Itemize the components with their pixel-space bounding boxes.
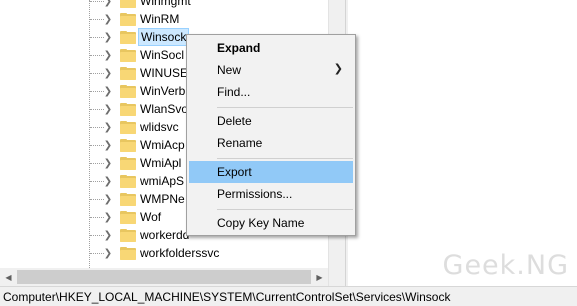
- chevron-right-icon[interactable]: ❯: [102, 208, 114, 226]
- tree-item-wmpnetwork[interactable]: ❯ WMPNe: [102, 190, 187, 208]
- menu-item-copy-key-name[interactable]: Copy Key Name: [189, 212, 353, 234]
- menu-item-rename[interactable]: Rename: [189, 132, 353, 154]
- chevron-right-icon[interactable]: ❯: [102, 136, 114, 154]
- folder-icon: [120, 192, 136, 206]
- tree-item-wmiapsrv[interactable]: ❯ wmiApS: [102, 172, 186, 190]
- menu-item-new[interactable]: New ❯: [189, 59, 353, 81]
- chevron-right-icon[interactable]: ❯: [102, 190, 114, 208]
- tree-guide-line: [89, 0, 90, 268]
- values-pane[interactable]: [348, 0, 577, 286]
- menu-item-find[interactable]: Find...: [189, 81, 353, 103]
- tree-item-label: Wof: [140, 210, 162, 224]
- folder-icon: [120, 102, 136, 116]
- chevron-right-icon[interactable]: ❯: [102, 82, 114, 100]
- folder-icon: [120, 210, 136, 224]
- watermark: Geek.NG: [442, 250, 569, 281]
- chevron-right-icon[interactable]: ❯: [102, 226, 114, 244]
- folder-icon: [120, 174, 136, 188]
- chevron-right-icon[interactable]: ❯: [102, 154, 114, 172]
- tree-item-label: WlanSvo: [140, 102, 189, 116]
- tree-item-label: WmiAcp: [140, 138, 185, 152]
- menu-item-expand[interactable]: Expand: [189, 37, 353, 59]
- folder-icon: [120, 0, 136, 8]
- tree-item-winmgmt[interactable]: ❯ Winmgmt: [102, 0, 193, 10]
- tree-item-winsock[interactable]: ❯ Winsock: [102, 28, 190, 46]
- registry-path: Computer\HKEY_LOCAL_MACHINE\SYSTEM\Curre…: [3, 289, 451, 304]
- menu-separator: [217, 209, 353, 210]
- folder-icon: [120, 120, 136, 134]
- horizontal-scrollbar[interactable]: ◀ ▶: [0, 268, 328, 286]
- tree-item-wlansvc[interactable]: ❯ WlanSvo: [102, 100, 190, 118]
- tree-item-label: WinRM: [140, 12, 180, 26]
- menu-item-delete[interactable]: Delete: [189, 110, 353, 132]
- folder-icon: [120, 12, 136, 26]
- chevron-right-icon[interactable]: ❯: [102, 244, 114, 262]
- context-menu: Expand New ❯ Find... Delete Rename Expor…: [186, 34, 356, 236]
- tree-item-label: Winsock: [138, 28, 190, 46]
- tree-item-label: wlidsvc: [140, 120, 179, 134]
- tree-item-winrm[interactable]: ❯ WinRM: [102, 10, 181, 28]
- scroll-left-icon[interactable]: ◀: [0, 268, 17, 286]
- menu-item-export[interactable]: Export: [189, 161, 353, 183]
- folder-icon: [120, 228, 136, 242]
- chevron-right-icon[interactable]: ❯: [102, 172, 114, 190]
- tree-item-wmiacpi[interactable]: ❯ WmiAcp: [102, 136, 187, 154]
- tree-item-workfolderssvc[interactable]: ❯ workfolderssvc: [102, 244, 221, 262]
- folder-icon: [120, 156, 136, 170]
- tree-item-label: Winmgmt: [140, 0, 191, 8]
- chevron-right-icon: ❯: [333, 63, 343, 75]
- menu-separator: [217, 158, 353, 159]
- tree-item-wmiapl[interactable]: ❯ WmiApl: [102, 154, 183, 172]
- folder-icon: [120, 84, 136, 98]
- menu-separator: [217, 107, 353, 108]
- menu-item-permissions[interactable]: Permissions...: [189, 183, 353, 205]
- tree-item-label: workfolderssvc: [140, 246, 220, 260]
- tree-item-winusb[interactable]: ❯ WINUSE: [102, 64, 190, 82]
- menu-item-label: New: [217, 63, 242, 77]
- tree-item-label: wmiApS: [140, 174, 185, 188]
- tree-item-label: WinSocl: [140, 48, 185, 62]
- folder-icon: [120, 30, 136, 44]
- chevron-right-icon[interactable]: ❯: [102, 0, 114, 10]
- folder-icon: [120, 48, 136, 62]
- tree-item-winverbs[interactable]: ❯ WinVerb: [102, 82, 187, 100]
- chevron-right-icon[interactable]: ❯: [102, 10, 114, 28]
- folder-icon: [120, 66, 136, 80]
- tree-item-label: workerdd: [140, 228, 190, 242]
- chevron-right-icon[interactable]: ❯: [102, 64, 114, 82]
- status-bar: Computer\HKEY_LOCAL_MACHINE\SYSTEM\Curre…: [0, 286, 577, 306]
- chevron-right-icon[interactable]: ❯: [102, 100, 114, 118]
- tree-item-winsock2[interactable]: ❯ WinSocl: [102, 46, 186, 64]
- tree-item-label: WinVerb: [140, 84, 186, 98]
- tree-item-workerdd[interactable]: ❯ workerdd: [102, 226, 191, 244]
- scroll-right-icon[interactable]: ▶: [311, 268, 328, 286]
- tree-item-wof[interactable]: ❯ Wof: [102, 208, 163, 226]
- tree-item-label: WINUSE: [140, 66, 188, 80]
- chevron-right-icon[interactable]: ❯: [102, 118, 114, 136]
- chevron-right-icon[interactable]: ❯: [102, 46, 114, 64]
- chevron-right-icon[interactable]: ❯: [102, 28, 114, 46]
- tree-item-label: WMPNe: [140, 192, 185, 206]
- tree-item-label: WmiApl: [140, 156, 182, 170]
- folder-icon: [120, 138, 136, 152]
- scrollbar-thumb[interactable]: [17, 270, 311, 284]
- tree-item-wlidsvc[interactable]: ❯ wlidsvc: [102, 118, 181, 136]
- folder-icon: [120, 246, 136, 260]
